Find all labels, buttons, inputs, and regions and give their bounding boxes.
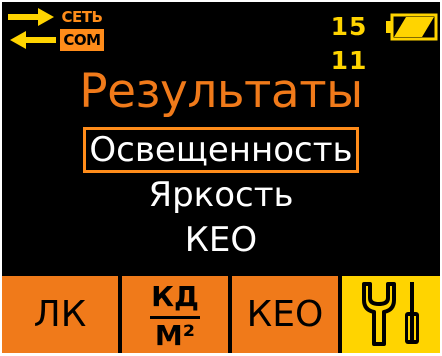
softkey-label: КЕО bbox=[246, 294, 324, 335]
menu-item-label: Яркость bbox=[148, 175, 294, 215]
connection-labels: СЕТЬ COM bbox=[60, 5, 104, 53]
softkey-keo-button[interactable]: КЕО bbox=[232, 276, 338, 353]
menu-item-luminance[interactable]: Яркость bbox=[2, 174, 440, 216]
network-label: СЕТЬ bbox=[61, 8, 103, 26]
softkey-cd-per-m2-button[interactable]: КД М² bbox=[122, 276, 228, 353]
com-port-label: COM bbox=[60, 29, 104, 51]
menu-item-illuminance[interactable]: Освещенность bbox=[2, 127, 440, 173]
menu-item-label: КЕО bbox=[184, 220, 258, 260]
softkey-lk-button[interactable]: ЛК bbox=[2, 276, 118, 353]
transfer-arrows-icon bbox=[8, 8, 56, 49]
fraction-numerator: КД bbox=[151, 280, 199, 313]
menu-item-label: Освещенность bbox=[83, 127, 359, 173]
unit-fraction: КД М² bbox=[122, 276, 228, 353]
menu-item-keo[interactable]: КЕО bbox=[2, 219, 440, 261]
softkey-bar: ЛК КД М² КЕО bbox=[2, 276, 440, 353]
wrench-screwdriver-icon bbox=[362, 282, 419, 346]
status-bar: СЕТЬ COM 15 11 bbox=[2, 2, 440, 75]
softkey-settings-button[interactable] bbox=[342, 276, 440, 353]
battery-icon bbox=[386, 13, 438, 41]
softkey-label: ЛК bbox=[33, 294, 87, 335]
fraction-denominator: М² bbox=[154, 319, 196, 352]
page-title: Результаты bbox=[79, 64, 363, 119]
device-screen: СЕТЬ COM 15 11 Результаты Освещенность Я… bbox=[2, 2, 440, 353]
clock: 15 11 bbox=[330, 12, 368, 75]
